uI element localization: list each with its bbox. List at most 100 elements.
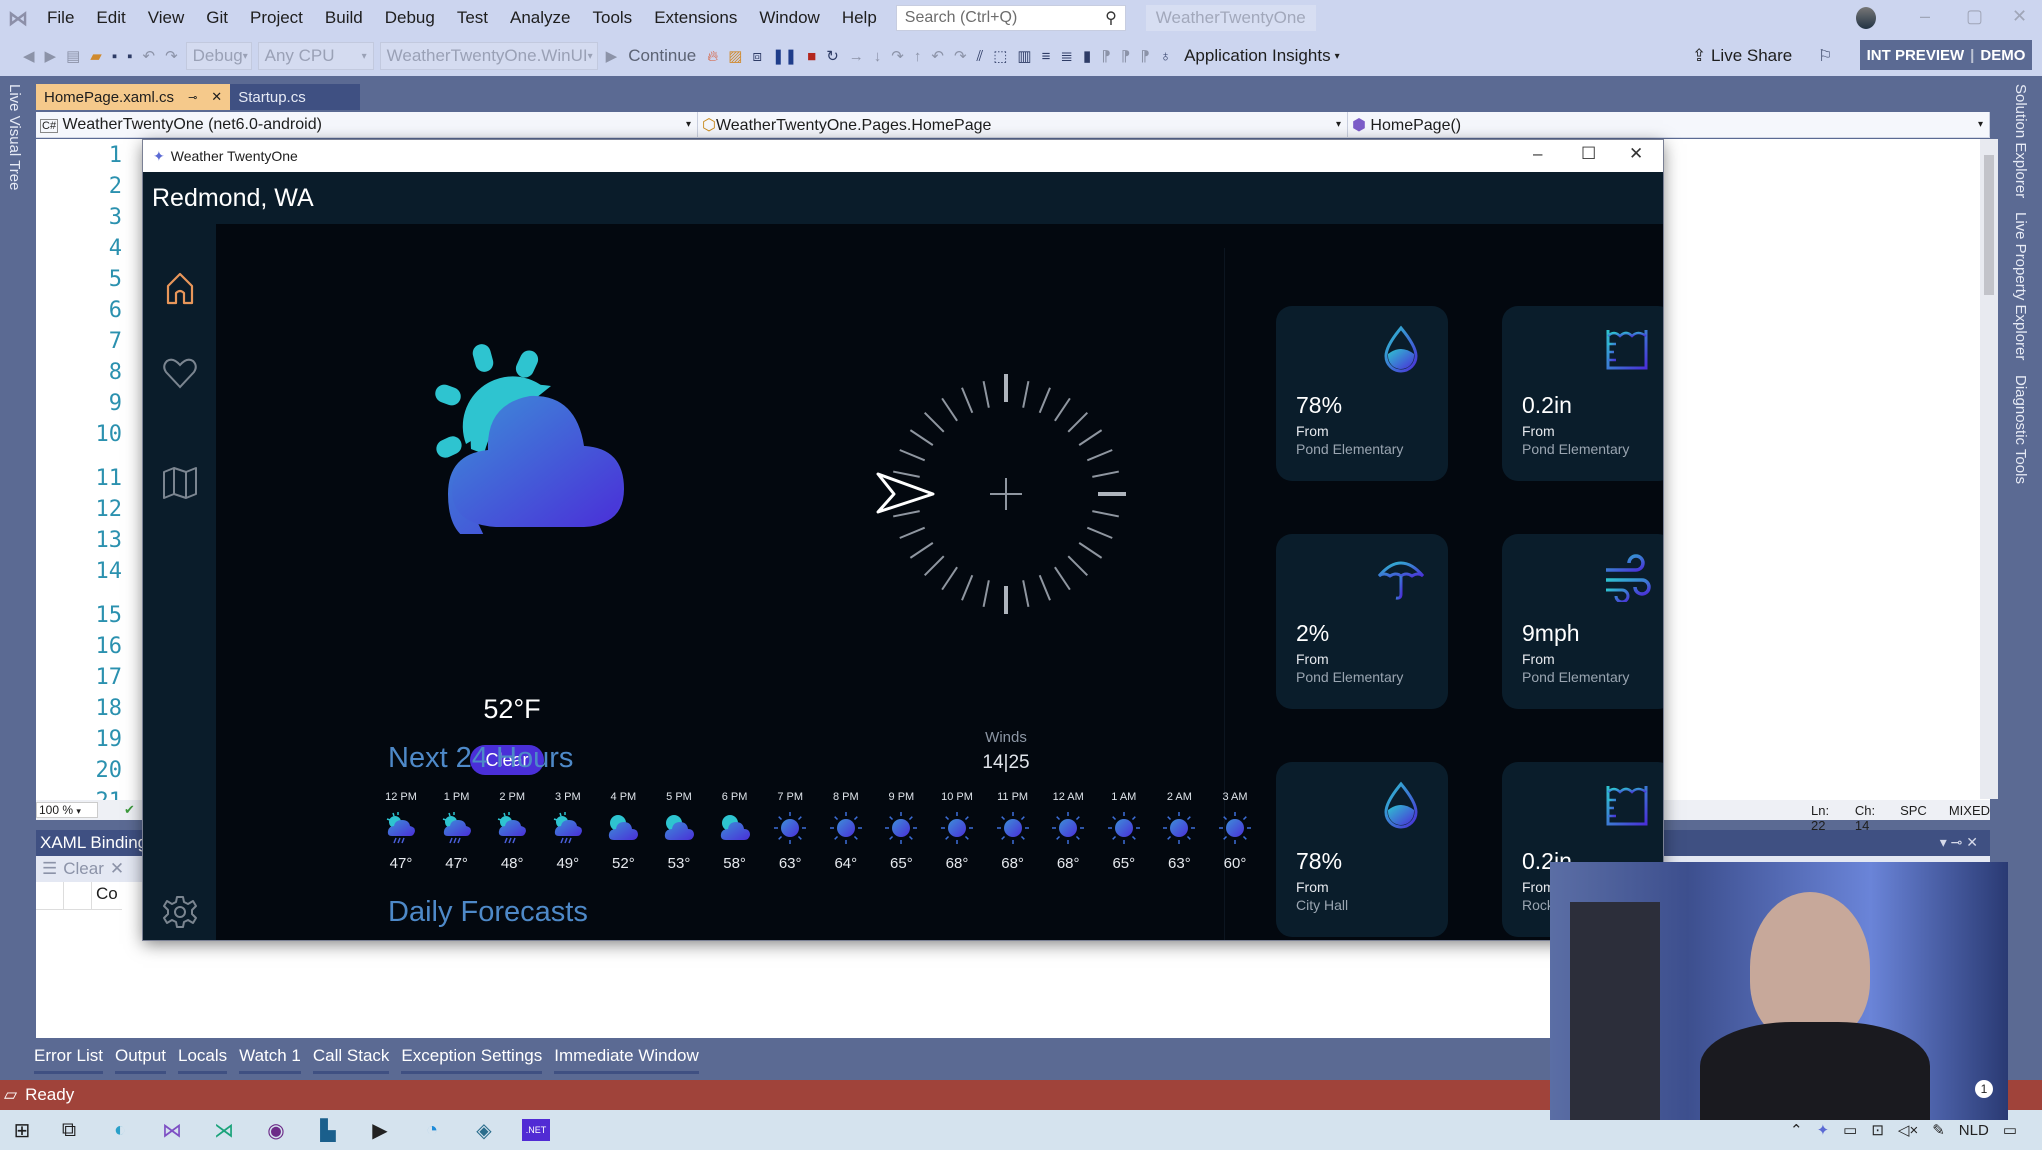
nav-fwd-icon[interactable]: ↷	[954, 47, 967, 65]
nav-back-icon[interactable]: ↶	[931, 47, 944, 65]
redo-icon[interactable]: ↷	[165, 47, 178, 65]
live-share-button[interactable]: ⇪ Live Share	[1692, 46, 1792, 66]
app-maximize-icon[interactable]: ☐	[1581, 144, 1596, 164]
menu-tools[interactable]: Tools	[582, 8, 644, 28]
metric-card[interactable]: 0.2in From Pond Elementary	[1502, 306, 1663, 481]
close-icon[interactable]: ✕	[2012, 6, 2027, 27]
find-icon[interactable]: ▨	[728, 47, 742, 65]
user-avatar[interactable]	[1856, 7, 1876, 29]
indent-indicator[interactable]: SPC	[1900, 803, 1927, 833]
bookmark-icon[interactable]: ▮	[1083, 47, 1091, 65]
chevron-down-icon[interactable]: ▾	[1335, 51, 1340, 62]
menu-analyze[interactable]: Analyze	[499, 8, 581, 28]
tab-immediate-window[interactable]: Immediate Window	[554, 1046, 699, 1074]
metric-card[interactable]: 78% From City Hall	[1276, 762, 1448, 937]
pause-icon[interactable]: ❚❚	[772, 47, 797, 65]
menu-test[interactable]: Test	[446, 8, 499, 28]
step-next-icon[interactable]: →	[849, 48, 864, 65]
restart-icon[interactable]: ↻	[826, 47, 839, 65]
menu-view[interactable]: View	[137, 8, 196, 28]
start-icon[interactable]: ⊞	[0, 1110, 44, 1150]
stop-icon[interactable]: ■	[807, 48, 816, 65]
github-icon[interactable]: ◉	[250, 1110, 302, 1150]
project-dropdown[interactable]: C# WeatherTwentyOne (net6.0-android) ▾	[36, 112, 698, 137]
metric-card[interactable]: 9mph From Pond Elementary	[1502, 534, 1663, 709]
tab-locals[interactable]: Locals	[178, 1046, 228, 1074]
task-view-icon[interactable]: ⧉	[44, 1110, 94, 1150]
solution-explorer-tab[interactable]: Solution Explorer	[2012, 84, 2029, 198]
tab-watch-1[interactable]: Watch 1	[239, 1046, 301, 1074]
menu-build[interactable]: Build	[314, 8, 374, 28]
layout-adorners-icon[interactable]: ▥	[1017, 47, 1031, 65]
uncomment-icon[interactable]: ≣	[1060, 47, 1073, 65]
save-all-icon[interactable]: ▪	[127, 48, 132, 65]
platform-select[interactable]: Any CPU ▾	[257, 42, 374, 70]
menu-window[interactable]: Window	[748, 8, 830, 28]
column-header[interactable]: Co	[92, 882, 122, 910]
file-app-icon[interactable]: ▙	[302, 1110, 354, 1150]
menu-file[interactable]: File	[36, 8, 85, 28]
open-folder-icon[interactable]: ▰	[90, 47, 102, 65]
metric-card[interactable]: 78% From Pond Elementary	[1276, 306, 1448, 481]
app-minimize-icon[interactable]: –	[1533, 144, 1542, 164]
tab-homepage-xaml-cs[interactable]: HomePage.xaml.cs ⊸ ✕	[36, 84, 231, 110]
menu-extensions[interactable]: Extensions	[643, 8, 748, 28]
maximize-icon[interactable]: ▢	[1966, 6, 1983, 27]
language-indicator[interactable]: NLD	[1959, 1122, 1989, 1139]
column-header[interactable]	[64, 882, 92, 910]
feedback-icon[interactable]: ⚐	[1818, 46, 1832, 66]
line-indicator[interactable]: Ln: 22	[1811, 803, 1833, 833]
minimize-icon[interactable]: –	[1920, 6, 1930, 27]
dotnet-icon[interactable]: .NET	[510, 1110, 562, 1150]
screenshot-icon[interactable]: ⧈	[752, 48, 762, 65]
forward-icon[interactable]: ▶	[45, 47, 57, 65]
line-endings-indicator[interactable]: MIXED	[1949, 803, 1990, 833]
panel-controls[interactable]: ▾ ⊸ ✕	[1940, 834, 1978, 851]
metric-card[interactable]: 2% From Pond Elementary	[1276, 534, 1448, 709]
tab-call-stack[interactable]: Call Stack	[312, 1046, 390, 1074]
prev-bookmark-icon[interactable]: ⁋	[1101, 47, 1111, 65]
continue-button[interactable]: Continue	[628, 46, 696, 66]
pen-icon[interactable]: ✎	[1932, 1121, 1945, 1139]
menu-debug[interactable]: Debug	[374, 8, 446, 28]
pin-icon[interactable]: ⊸	[188, 91, 197, 104]
menu-help[interactable]: Help	[831, 8, 888, 28]
tab-exception-settings[interactable]: Exception Settings	[401, 1046, 543, 1074]
scroll-thumb[interactable]	[1984, 155, 1994, 295]
application-insights-button[interactable]: Application Insights	[1184, 46, 1330, 66]
visual-studio-icon[interactable]: ⋈	[146, 1110, 198, 1150]
type-dropdown[interactable]: ⬡WeatherTwentyOne.Pages.HomePage ▾	[698, 112, 1348, 137]
diagnostic-tools-tab[interactable]: Diagnostic Tools	[2012, 375, 2029, 484]
clear-button[interactable]: Clear	[63, 859, 104, 879]
column-indicator[interactable]: Ch: 14	[1855, 803, 1878, 833]
map-icon[interactable]	[161, 464, 199, 502]
member-dropdown[interactable]: ⬢ HomePage() ▾	[1348, 112, 1990, 137]
new-item-icon[interactable]: ▤	[66, 47, 80, 65]
menu-edit[interactable]: Edit	[85, 8, 136, 28]
tab-output[interactable]: Output	[114, 1046, 167, 1074]
clear-bookmarks-icon[interactable]: ⁋	[1140, 47, 1150, 65]
search-input[interactable]: Search (Ctrl+Q) ⚲	[895, 5, 1126, 31]
app-close-icon[interactable]: ✕	[1629, 144, 1643, 164]
hot-reload-icon[interactable]: 🔥︎	[707, 48, 718, 65]
favorites-heart-icon[interactable]	[161, 354, 199, 392]
volume-muted-icon[interactable]: ◁×	[1898, 1121, 1918, 1139]
notifications-icon[interactable]: ▭	[2003, 1121, 2017, 1139]
vscode-icon[interactable]: ⋊	[198, 1110, 250, 1150]
tab-error-list[interactable]: Error List	[34, 1046, 103, 1074]
menu-git[interactable]: Git	[195, 8, 239, 28]
undo-icon[interactable]: ↶	[142, 47, 155, 65]
tray-chevron-icon[interactable]: ⌃	[1790, 1121, 1803, 1139]
save-icon[interactable]: ▪	[112, 48, 117, 65]
settings-gear-icon[interactable]	[161, 893, 199, 931]
home-icon[interactable]	[161, 269, 199, 307]
step-into-icon[interactable]: ↓	[874, 48, 882, 65]
network-icon[interactable]: ⊡	[1871, 1121, 1884, 1139]
menu-project[interactable]: Project	[239, 8, 314, 28]
next-bookmark-icon[interactable]: ⁋	[1121, 47, 1131, 65]
comment-icon[interactable]: ≡	[1042, 48, 1051, 65]
live-property-explorer-tab[interactable]: Live Property Explorer	[2012, 212, 2029, 360]
select-element-icon[interactable]: ⬚	[993, 47, 1007, 65]
back-icon[interactable]: ◀	[23, 47, 35, 65]
step-out-icon[interactable]: ↑	[914, 48, 922, 65]
